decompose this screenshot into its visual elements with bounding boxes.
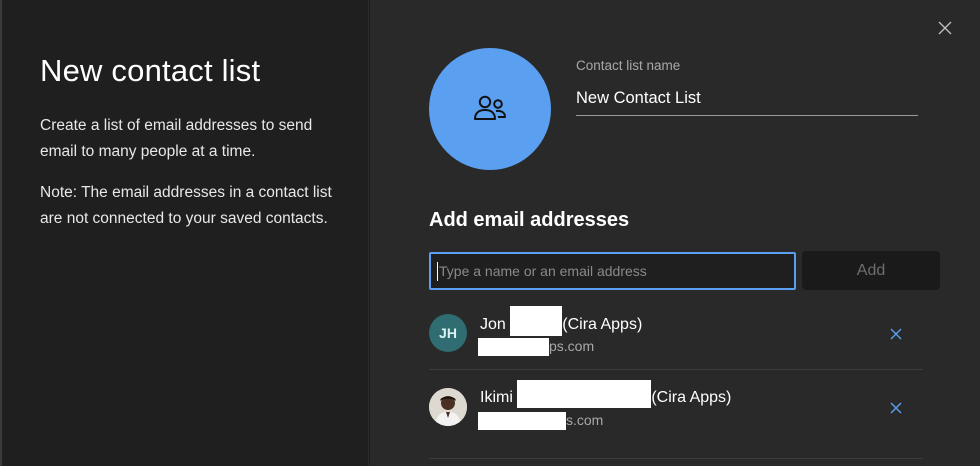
avatar	[429, 388, 467, 426]
row-divider	[429, 458, 923, 459]
redaction	[478, 338, 549, 357]
avatar: JH	[429, 314, 467, 352]
remove-contact-button[interactable]	[887, 399, 905, 417]
contact-email-visible: s.com	[566, 412, 604, 428]
contact-first-name: Ikimi	[480, 389, 513, 407]
contact-row: JH Jon (Cira Apps) ps.com	[429, 296, 923, 370]
remove-icon	[890, 328, 902, 340]
dialog-title: New contact list	[40, 53, 261, 88]
panel-edge	[0, 0, 2, 466]
contact-name: Jon (Cira Apps)	[480, 306, 643, 336]
close-icon	[938, 21, 952, 35]
info-panel: New contact list Create a list of email …	[0, 0, 369, 466]
contact-list-name-label: Contact list name	[576, 58, 681, 73]
people-icon	[474, 95, 506, 120]
contact-first-name: Jon	[480, 316, 506, 334]
note: Note: The email addresses in a contact l…	[40, 184, 332, 227]
contact-email: s.com	[478, 412, 604, 431]
add-email-heading: Add email addresses	[429, 209, 630, 231]
contact-list-avatar[interactable]	[429, 48, 551, 170]
remove-icon	[890, 402, 902, 414]
text-caret	[437, 262, 438, 281]
contact-org: (Cira Apps)	[562, 316, 643, 334]
contact-email-visible: ps.com	[549, 338, 595, 354]
person-photo	[429, 388, 467, 426]
redaction	[510, 306, 563, 336]
contact-org: (Cira Apps)	[651, 389, 732, 407]
close-button[interactable]	[934, 17, 956, 39]
contact-list-name-input[interactable]	[576, 82, 918, 116]
contact-email: ps.com	[478, 338, 595, 357]
redaction	[478, 412, 566, 431]
remove-contact-button[interactable]	[887, 325, 905, 343]
email-search-input[interactable]	[429, 252, 796, 290]
contact-name: Ikimi (Cira Apps)	[480, 380, 732, 408]
contact-row: Ikimi (Cira Apps) s.com	[429, 370, 923, 444]
description: Create a list of email addresses to send…	[40, 117, 313, 160]
redaction	[517, 380, 652, 408]
add-button[interactable]: Add	[802, 251, 940, 290]
